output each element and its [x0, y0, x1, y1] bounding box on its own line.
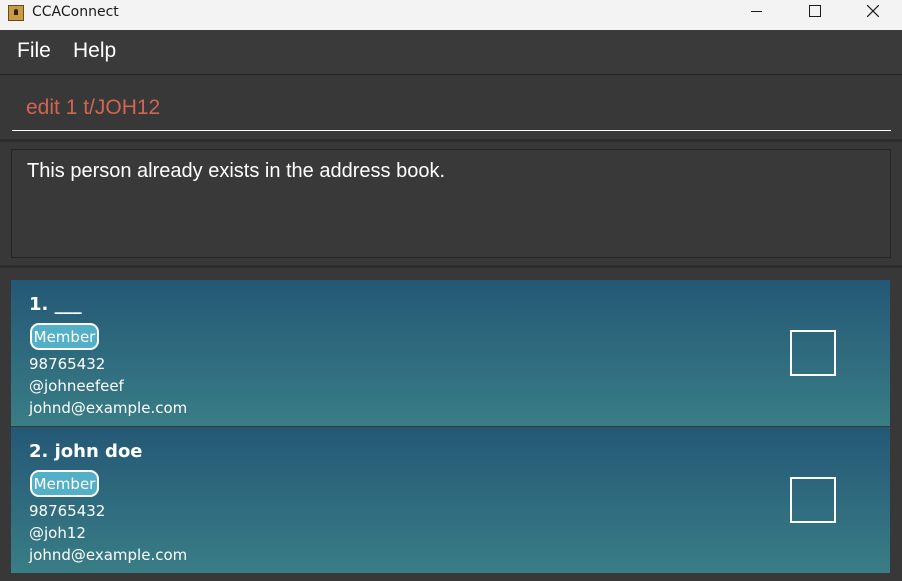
menu-file[interactable]: File: [17, 39, 51, 63]
person-telegram: @joh12: [29, 524, 86, 542]
title-bar: CCAConnect: [0, 0, 902, 30]
command-box: [0, 75, 902, 142]
maximize-icon[interactable]: [786, 0, 844, 30]
command-input[interactable]: [12, 85, 891, 131]
menu-bar: File Help: [0, 30, 902, 75]
person-name: 2. john doe: [29, 441, 143, 462]
app-icon: [8, 5, 24, 21]
minimize-icon[interactable]: [728, 0, 786, 30]
person-phone: 98765432: [29, 502, 106, 520]
result-message: This person already exists in the addres…: [27, 160, 445, 182]
attendance-checkbox[interactable]: [790, 477, 836, 523]
person-email: johnd@example.com: [29, 546, 188, 564]
person-telegram: @johneefeef: [29, 377, 124, 395]
tag-badge: Member: [30, 323, 99, 350]
tag-badge: Member: [30, 470, 99, 497]
person-email: johnd@example.com: [29, 399, 188, 417]
person-name: 1. ___: [29, 294, 82, 315]
person-card[interactable]: 1. ___ Member 98765432 @johneefeef johnd…: [11, 280, 890, 426]
close-icon[interactable]: [844, 0, 902, 30]
attendance-checkbox[interactable]: [790, 330, 836, 376]
person-phone: 98765432: [29, 355, 106, 373]
menu-help[interactable]: Help: [73, 39, 116, 63]
person-list[interactable]: 1. ___ Member 98765432 @johneefeef johnd…: [0, 266, 902, 581]
window-title: CCAConnect: [32, 4, 119, 20]
result-display: This person already exists in the addres…: [0, 142, 902, 265]
person-card[interactable]: 2. john doe Member 98765432 @joh12 johnd…: [11, 427, 890, 573]
result-box: This person already exists in the addres…: [11, 149, 891, 258]
